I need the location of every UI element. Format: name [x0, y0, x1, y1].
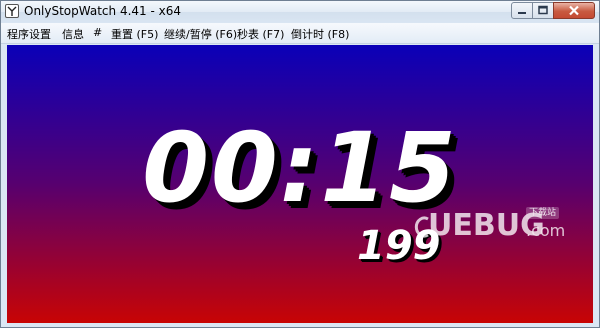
window-title: OnlyStopWatch 4.41 - x64	[24, 4, 181, 18]
close-button[interactable]	[553, 2, 595, 19]
title-bar[interactable]: OnlyStopWatch 4.41 - x64	[1, 1, 599, 23]
watermark-logo: UEBUG 下载站 .com	[412, 205, 572, 245]
maximize-icon	[538, 5, 548, 15]
watermark-badge: 下载站	[526, 207, 560, 219]
minimize-button[interactable]	[511, 2, 533, 19]
menu-stopwatch[interactable]: 秒表 (F7)	[237, 26, 284, 42]
menu-hash[interactable]: #	[93, 26, 102, 39]
menu-continue-pause[interactable]: 继续/暂停 (F6)	[164, 26, 237, 42]
menu-bar: 程序设置 信息 # 重置 (F5) 继续/暂停 (F6) 秒表 (F7) 倒计时…	[1, 23, 599, 44]
app-window: OnlyStopWatch 4.41 - x64 程序设置 信息 # 重置 (F…	[0, 0, 600, 328]
stopwatch-display[interactable]: 00:15 199 UEBUG 下载站 .com	[7, 45, 593, 323]
menu-info[interactable]: 信息	[62, 26, 84, 42]
menu-countdown[interactable]: 倒计时 (F8)	[291, 26, 349, 42]
stopwatch-app-icon[interactable]	[5, 4, 19, 18]
menu-program-settings[interactable]: 程序设置	[7, 26, 51, 42]
minimize-icon	[518, 12, 526, 14]
menu-reset[interactable]: 重置 (F5)	[111, 26, 158, 42]
close-icon	[569, 5, 579, 16]
maximize-button[interactable]	[532, 2, 554, 19]
watermark-suffix: .com	[526, 221, 566, 240]
